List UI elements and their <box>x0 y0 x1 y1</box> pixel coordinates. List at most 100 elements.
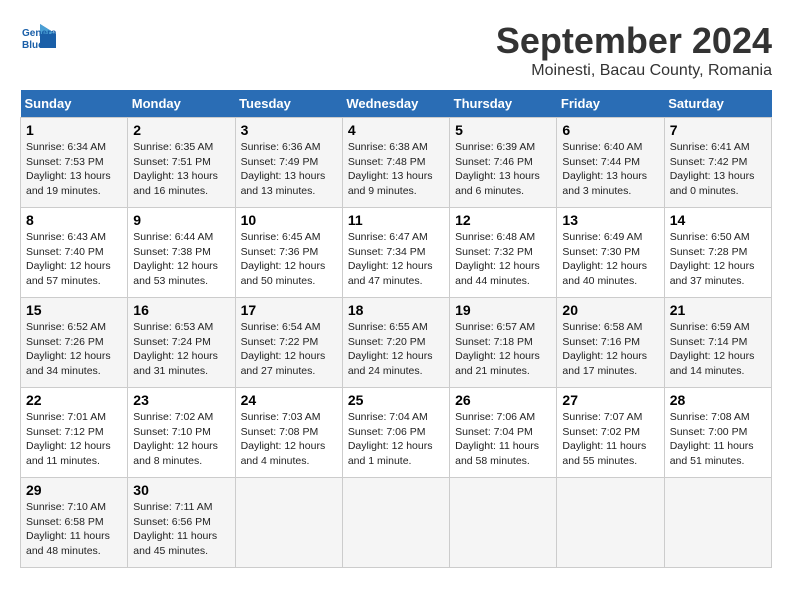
calendar-cell: 17Sunrise: 6:54 AMSunset: 7:22 PMDayligh… <box>235 298 342 388</box>
day-info: Sunrise: 7:10 AMSunset: 6:58 PMDaylight:… <box>26 500 122 559</box>
calendar-cell: 26Sunrise: 7:06 AMSunset: 7:04 PMDayligh… <box>450 388 557 478</box>
day-info: Sunrise: 6:53 AMSunset: 7:24 PMDaylight:… <box>133 320 229 379</box>
day-number: 20 <box>562 302 658 318</box>
calendar-cell: 5Sunrise: 6:39 AMSunset: 7:46 PMDaylight… <box>450 118 557 208</box>
sunset-text: Sunset: 7:08 PM <box>241 426 319 438</box>
calendar-cell: 9Sunrise: 6:44 AMSunset: 7:38 PMDaylight… <box>128 208 235 298</box>
sunrise-text: Sunrise: 6:35 AM <box>133 141 213 153</box>
calendar-week-row: 22Sunrise: 7:01 AMSunset: 7:12 PMDayligh… <box>21 388 772 478</box>
day-number: 4 <box>348 122 444 138</box>
sunrise-text: Sunrise: 7:06 AM <box>455 411 535 423</box>
day-info: Sunrise: 6:45 AMSunset: 7:36 PMDaylight:… <box>241 230 337 289</box>
calendar-cell: 27Sunrise: 7:07 AMSunset: 7:02 PMDayligh… <box>557 388 664 478</box>
calendar-cell: 8Sunrise: 6:43 AMSunset: 7:40 PMDaylight… <box>21 208 128 298</box>
day-info: Sunrise: 6:48 AMSunset: 7:32 PMDaylight:… <box>455 230 551 289</box>
sunrise-text: Sunrise: 6:52 AM <box>26 321 106 333</box>
calendar-cell: 19Sunrise: 6:57 AMSunset: 7:18 PMDayligh… <box>450 298 557 388</box>
day-info: Sunrise: 6:50 AMSunset: 7:28 PMDaylight:… <box>670 230 766 289</box>
day-number: 28 <box>670 392 766 408</box>
day-info: Sunrise: 7:11 AMSunset: 6:56 PMDaylight:… <box>133 500 229 559</box>
sunset-text: Sunset: 7:51 PM <box>133 156 211 168</box>
sunrise-text: Sunrise: 7:02 AM <box>133 411 213 423</box>
daylight-text: Daylight: 13 hours and 19 minutes. <box>26 170 111 197</box>
calendar-cell: 6Sunrise: 6:40 AMSunset: 7:44 PMDaylight… <box>557 118 664 208</box>
calendar-cell: 1Sunrise: 6:34 AMSunset: 7:53 PMDaylight… <box>21 118 128 208</box>
sunrise-text: Sunrise: 7:01 AM <box>26 411 106 423</box>
sunrise-text: Sunrise: 6:40 AM <box>562 141 642 153</box>
sunset-text: Sunset: 7:06 PM <box>348 426 426 438</box>
calendar-cell <box>235 478 342 568</box>
day-info: Sunrise: 6:58 AMSunset: 7:16 PMDaylight:… <box>562 320 658 379</box>
day-number: 11 <box>348 212 444 228</box>
daylight-text: Daylight: 12 hours and 27 minutes. <box>241 350 326 377</box>
sunset-text: Sunset: 7:16 PM <box>562 336 640 348</box>
day-info: Sunrise: 6:57 AMSunset: 7:18 PMDaylight:… <box>455 320 551 379</box>
day-number: 13 <box>562 212 658 228</box>
calendar-week-row: 15Sunrise: 6:52 AMSunset: 7:26 PMDayligh… <box>21 298 772 388</box>
calendar-cell: 11Sunrise: 6:47 AMSunset: 7:34 PMDayligh… <box>342 208 449 298</box>
day-number: 10 <box>241 212 337 228</box>
svg-text:Blue: Blue <box>22 40 44 51</box>
calendar-cell: 16Sunrise: 6:53 AMSunset: 7:24 PMDayligh… <box>128 298 235 388</box>
day-info: Sunrise: 7:08 AMSunset: 7:00 PMDaylight:… <box>670 410 766 469</box>
calendar-title: September 2024 <box>496 20 772 62</box>
sunrise-text: Sunrise: 6:54 AM <box>241 321 321 333</box>
calendar-cell: 25Sunrise: 7:04 AMSunset: 7:06 PMDayligh… <box>342 388 449 478</box>
calendar-table: SundayMondayTuesdayWednesdayThursdayFrid… <box>20 90 772 568</box>
sunset-text: Sunset: 7:24 PM <box>133 336 211 348</box>
logo: General Blue <box>20 20 56 56</box>
calendar-cell <box>664 478 771 568</box>
calendar-week-row: 29Sunrise: 7:10 AMSunset: 6:58 PMDayligh… <box>21 478 772 568</box>
sunset-text: Sunset: 7:38 PM <box>133 246 211 258</box>
sunset-text: Sunset: 7:49 PM <box>241 156 319 168</box>
daylight-text: Daylight: 12 hours and 8 minutes. <box>133 440 218 467</box>
daylight-text: Daylight: 13 hours and 6 minutes. <box>455 170 540 197</box>
sunrise-text: Sunrise: 6:53 AM <box>133 321 213 333</box>
calendar-subtitle: Moinesti, Bacau County, Romania <box>496 62 772 80</box>
sunset-text: Sunset: 7:28 PM <box>670 246 748 258</box>
day-info: Sunrise: 7:02 AM Sunset: 7:10 PM Daylight:… <box>133 410 229 469</box>
day-info: Sunrise: 6:41 AMSunset: 7:42 PMDaylight:… <box>670 140 766 199</box>
daylight-text: Daylight: 12 hours and 57 minutes. <box>26 260 111 287</box>
daylight-text: Daylight: 12 hours and 37 minutes. <box>670 260 755 287</box>
day-number: 27 <box>562 392 658 408</box>
day-number: 7 <box>670 122 766 138</box>
calendar-cell <box>342 478 449 568</box>
day-number: 12 <box>455 212 551 228</box>
day-info: Sunrise: 6:39 AMSunset: 7:46 PMDaylight:… <box>455 140 551 199</box>
day-number: 8 <box>26 212 122 228</box>
day-number: 24 <box>241 392 337 408</box>
sunset-text: Sunset: 7:10 PM <box>133 426 211 438</box>
daylight-text: Daylight: 12 hours and 44 minutes. <box>455 260 540 287</box>
calendar-cell: 21Sunrise: 6:59 AMSunset: 7:14 PMDayligh… <box>664 298 771 388</box>
daylight-text: Daylight: 12 hours and 1 minute. <box>348 440 433 467</box>
svg-text:General: General <box>22 28 56 39</box>
sunrise-text: Sunrise: 6:41 AM <box>670 141 750 153</box>
day-info: Sunrise: 6:52 AMSunset: 7:26 PMDaylight:… <box>26 320 122 379</box>
sunrise-text: Sunrise: 7:04 AM <box>348 411 428 423</box>
weekday-header-thursday: Thursday <box>450 90 557 118</box>
daylight-text: Daylight: 13 hours and 0 minutes. <box>670 170 755 197</box>
sunset-text: Sunset: 7:12 PM <box>26 426 104 438</box>
sunset-text: Sunset: 7:00 PM <box>670 426 748 438</box>
sunset-text: Sunset: 7:34 PM <box>348 246 426 258</box>
daylight-text: Daylight: 12 hours and 47 minutes. <box>348 260 433 287</box>
calendar-cell: 14Sunrise: 6:50 AMSunset: 7:28 PMDayligh… <box>664 208 771 298</box>
sunrise-text: Sunrise: 6:34 AM <box>26 141 106 153</box>
weekday-header-tuesday: Tuesday <box>235 90 342 118</box>
sunrise-text: Sunrise: 6:36 AM <box>241 141 321 153</box>
day-info: Sunrise: 6:55 AMSunset: 7:20 PMDaylight:… <box>348 320 444 379</box>
daylight-text: Daylight: 11 hours and 58 minutes. <box>455 440 539 467</box>
sunrise-text: Sunrise: 7:07 AM <box>562 411 642 423</box>
day-number: 18 <box>348 302 444 318</box>
weekday-header-sunday: Sunday <box>21 90 128 118</box>
day-info: Sunrise: 6:40 AMSunset: 7:44 PMDaylight:… <box>562 140 658 199</box>
sunrise-text: Sunrise: 7:08 AM <box>670 411 750 423</box>
calendar-cell <box>557 478 664 568</box>
day-number: 30 <box>133 482 229 498</box>
sunset-text: Sunset: 7:46 PM <box>455 156 533 168</box>
calendar-cell: 2Sunrise: 6:35 AMSunset: 7:51 PMDaylight… <box>128 118 235 208</box>
calendar-cell: 3Sunrise: 6:36 AMSunset: 7:49 PMDaylight… <box>235 118 342 208</box>
sunrise-text: Sunrise: 6:44 AM <box>133 231 213 243</box>
calendar-cell: 4Sunrise: 6:38 AMSunset: 7:48 PMDaylight… <box>342 118 449 208</box>
